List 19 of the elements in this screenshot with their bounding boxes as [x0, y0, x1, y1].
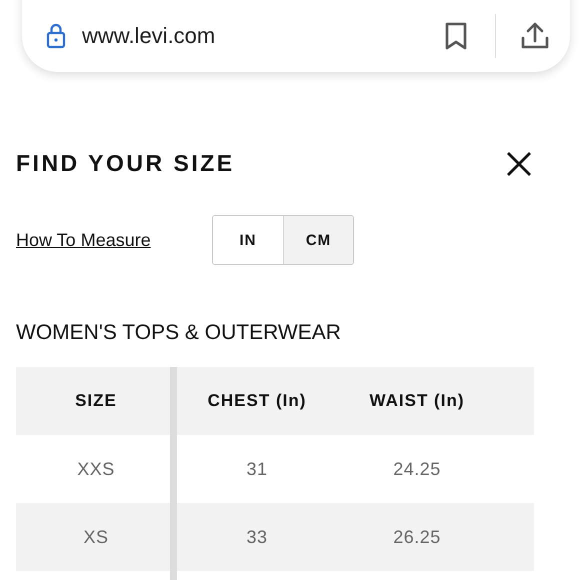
- table-cell-text: XXS: [76, 458, 116, 480]
- column-header: SIZE: [74, 391, 118, 411]
- url-text: www.levi.com: [82, 23, 216, 49]
- table-cell-text: 24.25: [392, 458, 442, 480]
- table-cell-text: 33: [245, 526, 269, 548]
- bookmark-icon[interactable]: [445, 22, 467, 50]
- column-header: WAIST (In): [368, 391, 466, 411]
- unit-toggle-option[interactable]: CM: [283, 216, 353, 264]
- dialog-title: FIND YOUR SIZE: [16, 150, 235, 177]
- share-icon[interactable]: [520, 21, 550, 51]
- table-cell-text: 26.25: [392, 526, 442, 548]
- table-cell-text: 31: [245, 458, 269, 480]
- how-to-measure-link[interactable]: How To Measure: [16, 230, 212, 250]
- table-cell-text: XS: [82, 526, 110, 548]
- column-header: CHEST (In): [206, 391, 308, 411]
- section-title: WOMEN'S TOPS & OUTERWEAR: [16, 321, 342, 345]
- lock-icon: [46, 23, 66, 49]
- address-bar[interactable]: www.levi.com: [22, 0, 570, 72]
- close-button[interactable]: [506, 150, 532, 176]
